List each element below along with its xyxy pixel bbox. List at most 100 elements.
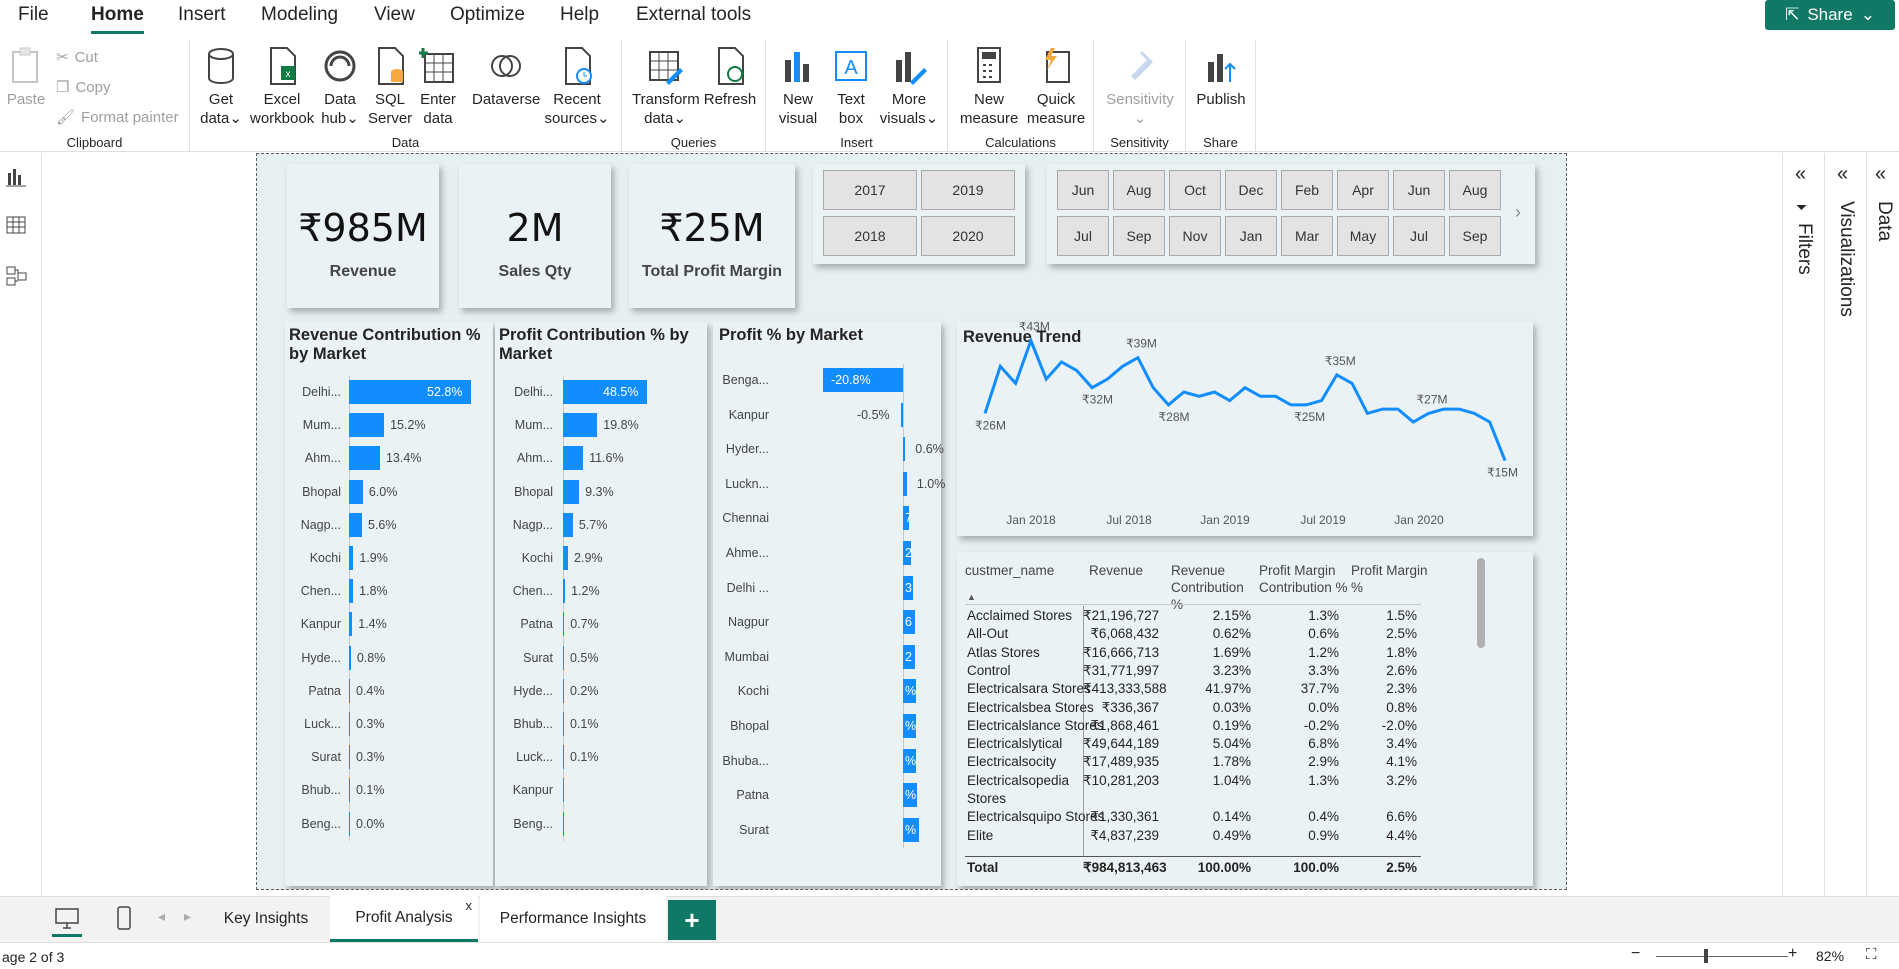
month-slicer-item[interactable]: Aug: [1449, 170, 1501, 210]
share-button[interactable]: ⇱ Share ⌄: [1765, 0, 1895, 30]
menu-insert[interactable]: Insert: [178, 4, 226, 26]
table-row[interactable]: Electricalsquipo Stores ₹1,330,361 0.14% 0.…: [965, 809, 1525, 827]
revenue-trend-chart[interactable]: Revenue Trend ₹26M ₹43M ₹32M ₹39M ₹28M ₹35M ₹2…: [957, 322, 1533, 536]
table-row[interactable]: Electricalsara Stores ₹413,333,588 41.97% 3…: [965, 681, 1525, 699]
month-slicer-item[interactable]: Dec: [1225, 170, 1277, 210]
menu-optimize[interactable]: Optimize: [450, 4, 525, 26]
table-row[interactable]: Acclaimed Stores ₹21,196,727 2.15% 1.3% 1.5%: [965, 608, 1525, 626]
month-slicer-item[interactable]: Sep: [1113, 216, 1165, 256]
bar-row[interactable]: Bhopal 6.0%: [285, 479, 493, 504]
menu-home[interactable]: Home: [91, 4, 144, 34]
bar-row[interactable]: Luckn... 1.0%: [713, 471, 945, 496]
visualizations-pane[interactable]: « Visualizations: [1824, 153, 1866, 896]
get-data-button[interactable]: Get data⌄: [198, 46, 244, 128]
mobile-view-icon[interactable]: [112, 904, 136, 934]
publish-button[interactable]: Publish: [1192, 46, 1250, 109]
quick-measure-button[interactable]: Quick measure: [1024, 46, 1088, 128]
recent-sources-button[interactable]: Recent sources⌄: [542, 46, 612, 128]
table-header[interactable]: Profit Margin %: [1351, 562, 1431, 596]
sensitivity-button[interactable]: Sensitivity ⌄: [1102, 46, 1178, 128]
customer-table[interactable]: custmer_name Revenue Revenue Contributio…: [957, 552, 1533, 886]
month-slicer-item[interactable]: Jul: [1057, 216, 1109, 256]
bar-row[interactable]: Ahme... 2: [713, 541, 941, 565]
bar-row[interactable]: Luck... 0.3%: [285, 712, 493, 736]
bar-row[interactable]: Hyder... 0.6%: [713, 437, 944, 462]
bar-row[interactable]: Bhopal 9.3%: [495, 479, 707, 504]
table-row[interactable]: Electricalsocity ₹17,489,935 1.78% 2.9% 4.1%: [965, 754, 1525, 772]
bar-row[interactable]: Hyde... 0.2%: [495, 678, 707, 703]
zoom-out-icon[interactable]: −: [1631, 945, 1640, 963]
bar-row[interactable]: Kanpur 1.4%: [285, 612, 493, 637]
copy-button[interactable]: ❐ Copy: [56, 78, 110, 97]
sort-ascending-icon[interactable]: ▲: [967, 592, 976, 602]
year-slicer-item[interactable]: 2019: [921, 170, 1015, 210]
bar-row[interactable]: Delhi... 52.8%: [285, 380, 493, 404]
table-row[interactable]: Electricalslytical ₹49,644,189 5.04% 6.8% 3.…: [965, 736, 1525, 754]
month-slicer-item[interactable]: Feb: [1281, 170, 1333, 210]
table-header[interactable]: Revenue: [1089, 562, 1143, 579]
month-slicer-item[interactable]: Jul: [1393, 216, 1445, 256]
bar-row[interactable]: Patna%: [713, 783, 941, 808]
zoom-in-icon[interactable]: +: [1788, 945, 1797, 963]
tab-key-insights[interactable]: Key Insights: [206, 896, 326, 942]
chevron-right-icon[interactable]: ›: [1515, 202, 1521, 223]
collapse-visualizations-icon[interactable]: «: [1837, 163, 1848, 186]
kpi-card-revenue[interactable]: ₹985M Revenue: [287, 164, 439, 308]
table-row[interactable]: Atlas Stores ₹16,666,713 1.69% 1.2% 1.8%: [965, 645, 1525, 663]
month-slicer-item[interactable]: Jun: [1057, 170, 1109, 210]
add-page-button[interactable]: +: [668, 900, 716, 940]
table-row[interactable]: Electricalsbea Stores ₹336,367 0.03% 0.0% 0.…: [965, 700, 1525, 718]
bar-row[interactable]: Beng...: [495, 811, 707, 836]
month-slicer-item[interactable]: Aug: [1113, 170, 1165, 210]
report-view-icon[interactable]: [6, 167, 26, 187]
bar-row[interactable]: Luck... 0.1%: [495, 745, 707, 770]
bar-row[interactable]: Benga... -20.8%: [713, 368, 941, 392]
bar-row[interactable]: Bhub... 0.1%: [495, 712, 707, 736]
month-slicer-item[interactable]: Oct: [1169, 170, 1221, 210]
month-slicer-item[interactable]: Nov: [1169, 216, 1221, 256]
table-row[interactable]: Stores: [965, 791, 1525, 809]
bar-row[interactable]: Bhub... 0.1%: [285, 778, 493, 803]
bar-row[interactable]: Patna 0.4%: [285, 678, 493, 703]
table-header[interactable]: Revenue Contribution %: [1171, 562, 1257, 613]
fit-to-page-icon[interactable]: ⛶: [1866, 946, 1877, 963]
bar-row[interactable]: Nagp... 5.6%: [285, 512, 493, 537]
bar-row[interactable]: Bhopal%: [713, 714, 941, 738]
more-visuals-button[interactable]: More visuals⌄: [878, 46, 940, 128]
bar-row[interactable]: Chen... 1.2%: [495, 579, 707, 604]
month-slicer-item[interactable]: Mar: [1281, 216, 1333, 256]
bar-row[interactable]: Surat 0.5%: [495, 645, 707, 670]
bar-row[interactable]: Nagpur 6: [713, 610, 941, 635]
profit-pct-chart[interactable]: Profit % by Market Benga... -20.8% Kanpur -…: [713, 322, 945, 886]
bar-row[interactable]: Bhuba...%: [713, 748, 941, 773]
year-slicer-item[interactable]: 2018: [823, 216, 917, 256]
month-slicer-item[interactable]: May: [1337, 216, 1389, 256]
bar-row[interactable]: Kochi 1.9%: [285, 546, 493, 570]
month-slicer-item[interactable]: Jun: [1393, 170, 1445, 210]
revenue-contribution-chart[interactable]: Revenue Contribution % by Market Delhi..…: [285, 322, 493, 886]
tab-scroll-left-icon[interactable]: ◂: [158, 908, 165, 925]
month-slicer-item[interactable]: Sep: [1449, 216, 1501, 256]
month-slicer-item[interactable]: Apr: [1337, 170, 1389, 210]
menu-file[interactable]: File: [18, 4, 49, 26]
bar-row[interactable]: Chennai 7: [713, 506, 941, 531]
data-pane[interactable]: « Data: [1866, 153, 1899, 896]
menu-view[interactable]: View: [374, 4, 415, 26]
bar-row[interactable]: Kochi%: [713, 679, 941, 704]
bar-row[interactable]: Kochi 2.9%: [495, 546, 707, 570]
bar-row[interactable]: Mum... 19.8%: [495, 413, 707, 438]
collapse-data-icon[interactable]: «: [1875, 163, 1886, 186]
bar-row[interactable]: Delhi ... 3: [713, 575, 941, 600]
table-row[interactable]: Electricalslance Stores ₹1,868,461 0.19% -0…: [965, 718, 1525, 736]
zoom-slider[interactable]: [1656, 956, 1788, 957]
bar-row[interactable]: Ahm... 11.6%: [495, 446, 707, 471]
format-painter-button[interactable]: 🖌 Format painter: [56, 108, 179, 127]
bar-row[interactable]: Surat 0.3%: [285, 745, 493, 770]
month-slicer-item[interactable]: Jan: [1225, 216, 1277, 256]
model-view-icon[interactable]: [6, 265, 28, 287]
profit-contribution-chart[interactable]: Profit Contribution % by Market Delhi...…: [495, 322, 707, 886]
dataverse-button[interactable]: Dataverse: [472, 46, 540, 109]
text-box-button[interactable]: A Text box: [828, 46, 874, 128]
sql-server-button[interactable]: SQL Server: [368, 46, 412, 128]
year-slicer-item[interactable]: 2017: [823, 170, 917, 210]
